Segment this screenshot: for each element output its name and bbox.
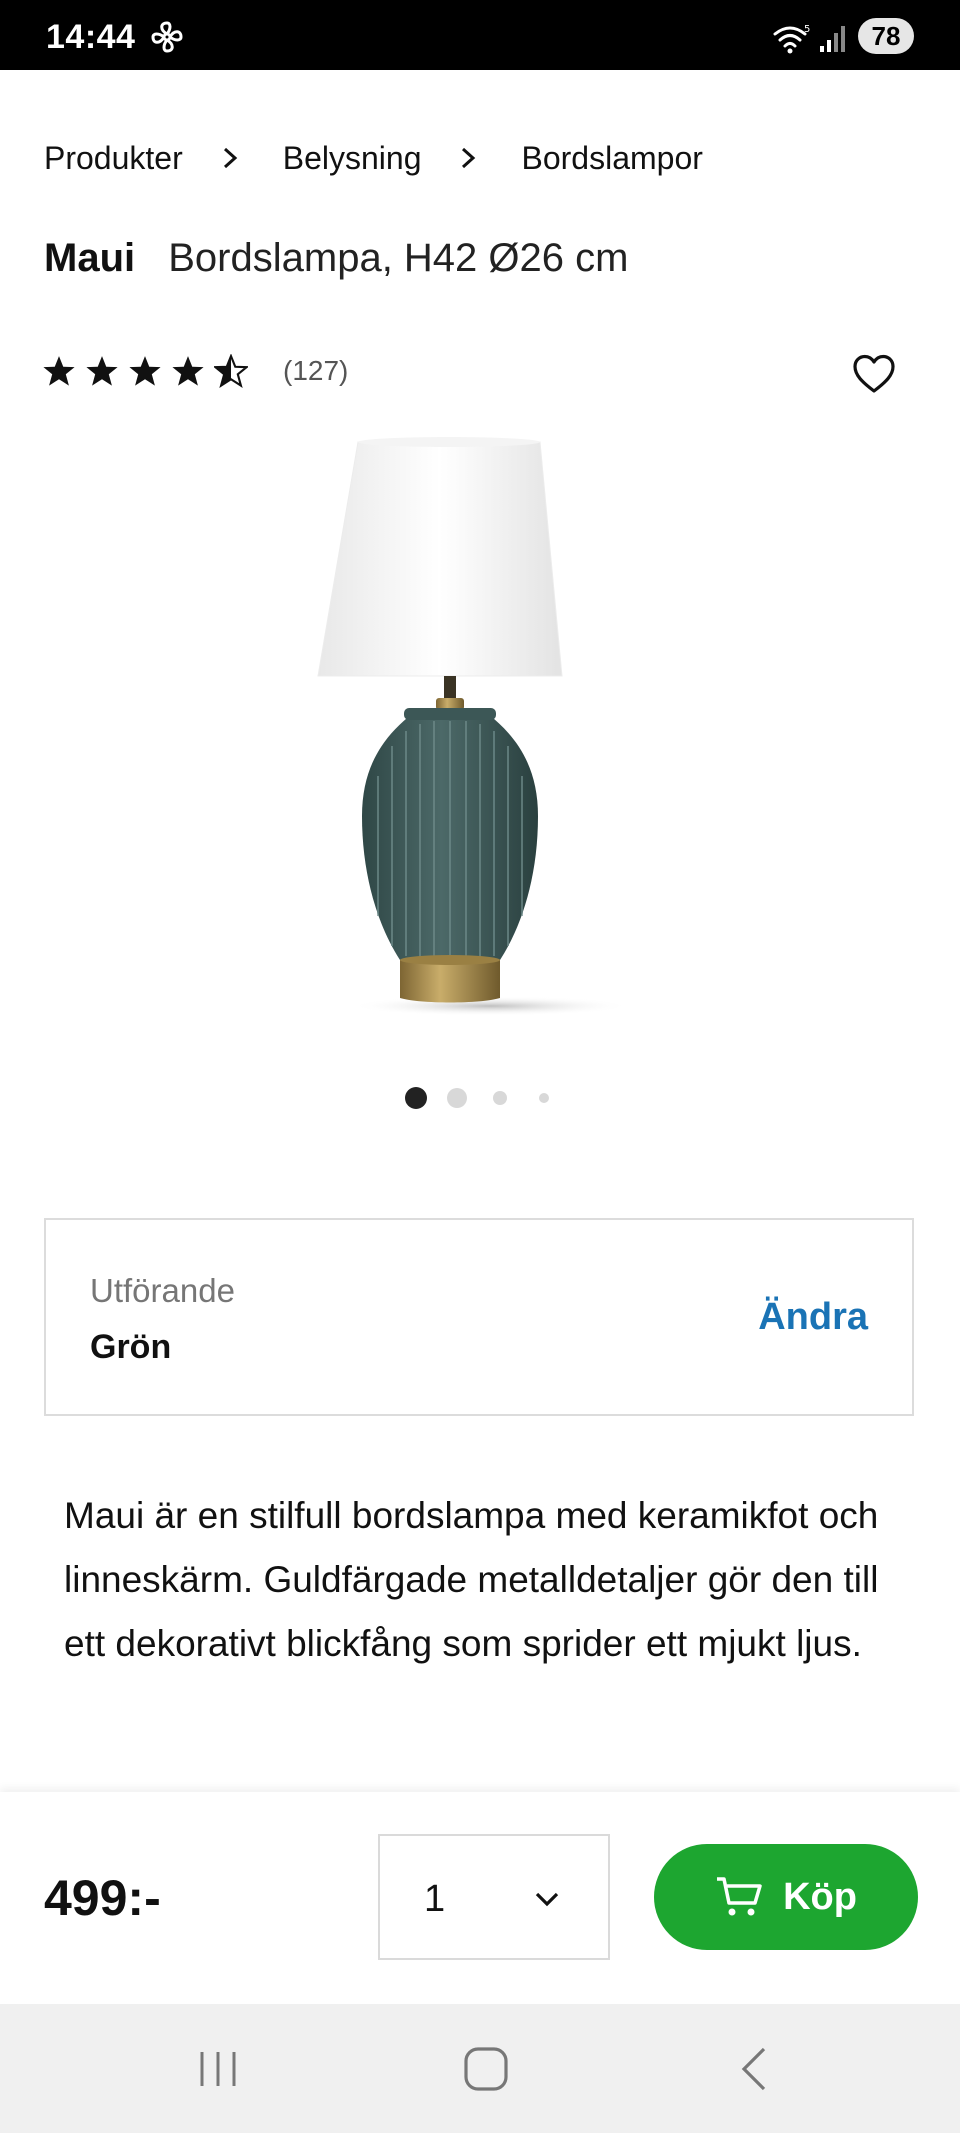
fan-icon [151,21,183,53]
chevron-down-icon [535,1892,559,1907]
carousel-dot[interactable] [493,1091,507,1105]
product-brand: Maui [44,236,136,280]
buy-button[interactable]: Köp [654,1844,918,1950]
product-title: Maui Bordslampa, H42 Ø26 cm [44,236,628,281]
product-description: Bordslampa, H42 Ø26 cm [168,236,629,280]
quantity-select[interactable]: 1 [378,1834,610,1960]
star-icon [86,356,118,386]
breadcrumb-item-belysning[interactable]: Belysning [283,140,422,177]
chevron-right-icon [462,147,476,169]
system-navigation-bar [0,2004,960,2133]
signal-icon [820,26,845,52]
cart-icon [717,1877,762,1916]
variant-value: Grön [90,1328,172,1366]
breadcrumb-item-produkter[interactable]: Produkter [44,140,183,177]
status-time: 14:44 [46,18,136,56]
variant-selector: Utförande Grön Ändra [44,1218,914,1416]
product-body-text: Maui är en stilfull bordslampa med keram… [64,1495,879,1664]
buy-button-label: Köp [783,1875,857,1918]
heart-icon[interactable] [852,354,896,394]
carousel-dot[interactable] [447,1088,467,1108]
carousel-dot[interactable] [539,1093,549,1103]
breadcrumb-item-bordslampor[interactable]: Bordslampor [521,140,702,177]
product-rating[interactable]: (127) [42,354,348,388]
change-variant-button[interactable]: Ändra [758,1296,868,1339]
star-half-icon [214,354,248,388]
star-icon [172,356,204,386]
back-icon[interactable] [726,2044,786,2094]
svg-text:5: 5 [804,24,810,35]
star-icon [43,356,75,386]
product-image[interactable] [300,436,660,1016]
breadcrumb: Produkter Belysning Bordslampor [44,138,703,178]
quantity-value: 1 [424,1878,446,1920]
image-carousel-indicator [0,1085,960,1115]
star-icon [129,356,161,386]
purchase-bar: 499:- 1 Köp [0,1792,960,2004]
price: 499:- [44,1870,161,1926]
wifi-icon: 5 [773,24,810,54]
home-icon[interactable] [456,2044,516,2094]
review-count: (127) [283,355,349,386]
chevron-right-icon [223,147,237,169]
battery-indicator: 78 [858,18,914,54]
carousel-dot-active[interactable] [405,1087,427,1109]
status-bar: 14:44 5 78 [0,0,960,70]
variant-label: Utförande [90,1272,235,1309]
recent-apps-icon[interactable] [188,2044,248,2094]
